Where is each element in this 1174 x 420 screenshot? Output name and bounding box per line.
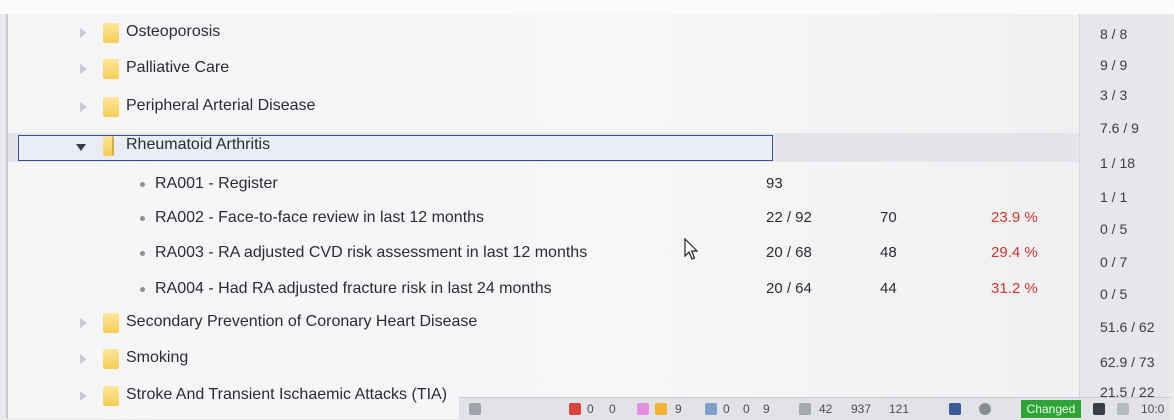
score-cell: 7.6 / 9 — [1100, 120, 1139, 136]
tree-row-label: Stroke And Transient Ischaemic Attacks (… — [126, 386, 448, 403]
indicator-row-ra004[interactable]: RA004 - Had RA adjusted fracture risk in… — [8, 275, 1079, 303]
qof-tree-window: Osteoporosis Palliative Care Peripheral … — [6, 14, 1171, 419]
bullet-icon — [140, 251, 145, 256]
folder-icon — [103, 313, 119, 333]
indicator-label: RA002 - Face-to-face review in last 12 m… — [155, 209, 485, 226]
screen-icon[interactable] — [1093, 403, 1105, 415]
warning-icon[interactable] — [655, 403, 667, 415]
indicator-outstanding: 70 — [880, 209, 897, 226]
status-count: 0 — [609, 402, 616, 416]
mouse-cursor-icon — [684, 238, 699, 260]
indicator-percent: 23.9 % — [991, 209, 1038, 226]
indicator-percent: 31.2 % — [991, 280, 1038, 297]
alert-icon[interactable] — [569, 403, 581, 415]
expand-arrow-icon[interactable] — [80, 64, 87, 74]
tree-row-label: Secondary Prevention of Coronary Heart D… — [126, 313, 478, 330]
score-cell: 62.9 / 73 — [1100, 354, 1155, 370]
tree-row-label: Osteoporosis — [126, 23, 221, 40]
bullet-icon — [140, 182, 145, 187]
tree-row-label: Rheumatoid Arthritis — [126, 136, 271, 153]
folder-icon — [103, 59, 119, 79]
clipboard-check-icon[interactable] — [1117, 403, 1129, 415]
indicator-row-ra001[interactable]: RA001 - Register 93 — [8, 170, 1079, 198]
tree-row-peripheral-arterial-disease[interactable]: Peripheral Arterial Disease — [8, 93, 1079, 121]
tree-row-label: Palliative Care — [126, 59, 230, 76]
expand-arrow-icon[interactable] — [80, 28, 87, 38]
status-count: 9 — [763, 402, 770, 416]
indicator-label: RA004 - Had RA adjusted fracture risk in… — [155, 280, 552, 297]
status-bar: 0 0 9 0 0 9 42 937 121 Changed 10:0 — [459, 397, 1170, 420]
folder-icon — [103, 349, 119, 369]
status-count: 121 — [889, 402, 910, 416]
clipboard-icon[interactable] — [799, 403, 811, 415]
status-count: 0 — [743, 402, 750, 416]
tree-row-label: Peripheral Arterial Disease — [126, 97, 316, 114]
screen-top-band — [0, 0, 1174, 14]
tree-row-osteoporosis[interactable]: Osteoporosis — [8, 19, 1079, 47]
indicator-row-ra002[interactable]: RA002 - Face-to-face review in last 12 m… — [8, 204, 1079, 232]
status-count: 9 — [675, 402, 682, 416]
bullet-icon — [140, 287, 145, 292]
indicator-label: RA003 - RA adjusted CVD risk assessment … — [155, 244, 588, 261]
tree-row-palliative-care[interactable]: Palliative Care — [8, 55, 1079, 83]
indicator-outstanding: 48 — [880, 244, 897, 261]
score-cell: 9 / 9 — [1100, 57, 1128, 73]
indicator-achieved: 22 / 92 — [766, 209, 812, 226]
score-cell: 0 / 5 — [1100, 221, 1128, 237]
indicator-label: RA001 - Register — [155, 175, 278, 192]
refresh-icon[interactable] — [979, 403, 991, 415]
tree-row-label: Smoking — [126, 349, 189, 366]
tree-row-smoking[interactable]: Smoking — [8, 345, 1079, 373]
clock-time: 10:0 — [1141, 402, 1165, 416]
status-count: 937 — [851, 402, 872, 416]
expand-arrow-icon[interactable] — [80, 102, 87, 112]
indicator-achieved: 93 — [766, 175, 783, 192]
people-icon[interactable] — [705, 403, 717, 415]
folder-icon — [103, 386, 119, 406]
score-cell: 0 / 7 — [1100, 254, 1128, 270]
collapse-arrow-icon[interactable] — [76, 144, 86, 151]
tree-row-secondary-prevention-chd[interactable]: Secondary Prevention of Coronary Heart D… — [8, 309, 1079, 337]
score-cell: 51.6 / 62 — [1100, 319, 1155, 335]
bullet-icon — [140, 216, 145, 221]
tree-row-rheumatoid-arthritis[interactable]: Rheumatoid Arthritis — [8, 132, 1079, 160]
document-icon[interactable] — [469, 403, 481, 415]
status-count: 0 — [723, 402, 730, 416]
score-cell: 0 / 5 — [1100, 286, 1128, 302]
score-cell: 3 / 3 — [1100, 87, 1128, 103]
expand-arrow-icon[interactable] — [80, 318, 87, 328]
indicator-percent: 29.4 % — [991, 244, 1038, 261]
expand-arrow-icon[interactable] — [80, 354, 87, 364]
status-count: 0 — [587, 402, 594, 416]
open-folder-icon — [103, 136, 114, 156]
dna-icon[interactable] — [949, 403, 961, 415]
changed-status-badge: Changed — [1021, 400, 1081, 418]
score-cell: 1 / 1 — [1100, 189, 1128, 205]
indicator-achieved: 20 / 68 — [766, 244, 812, 261]
indicator-achieved: 20 / 64 — [766, 280, 812, 297]
expand-arrow-icon[interactable] — [80, 391, 87, 401]
status-count: 42 — [819, 402, 833, 416]
score-cell: 8 / 8 — [1100, 26, 1128, 42]
folder-icon — [103, 23, 119, 43]
flag-icon[interactable] — [637, 403, 649, 415]
folder-icon — [103, 97, 119, 117]
indicator-outstanding: 44 — [880, 280, 897, 297]
indicator-row-ra003[interactable]: RA003 - RA adjusted CVD risk assessment … — [8, 239, 1079, 267]
score-cell: 1 / 18 — [1100, 155, 1136, 171]
